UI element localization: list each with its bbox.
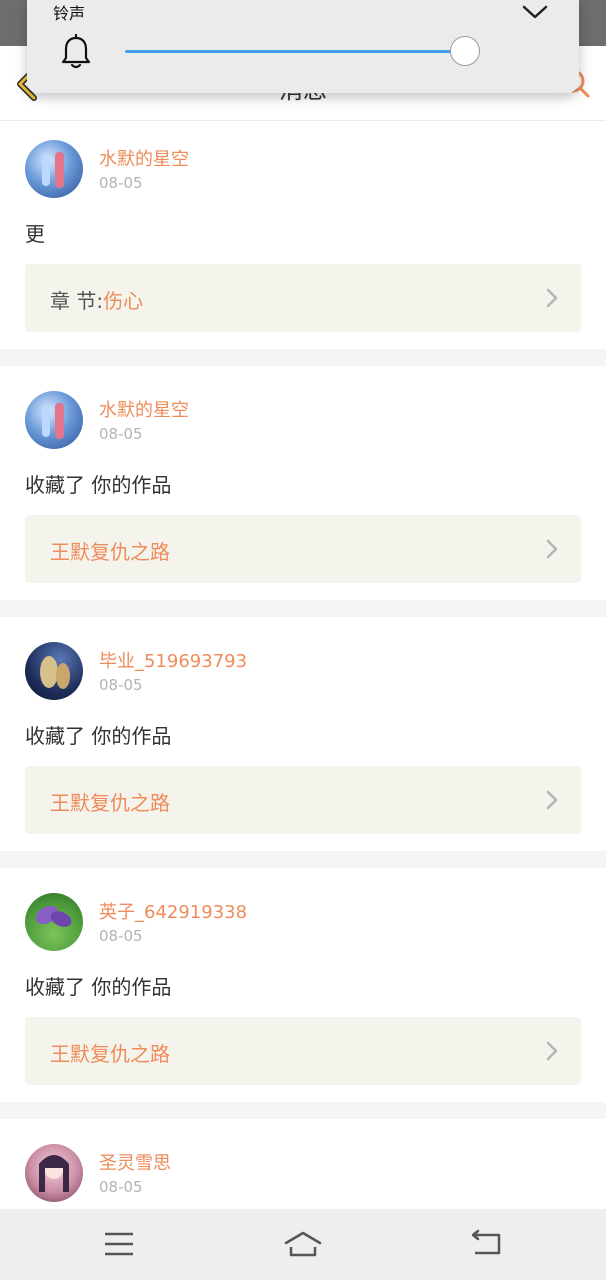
work-title: 王默复仇之路 [50, 1042, 170, 1066]
volume-slider-thumb[interactable] [449, 36, 480, 66]
user-name[interactable]: 英子_642919338 [99, 898, 247, 924]
message-card: 毕业_519693793 08-05 收藏了 你的作品 王默复仇之路 [0, 617, 606, 851]
user-name[interactable]: 圣灵雪思 [99, 1149, 171, 1175]
volume-panel: 铃声 [27, 0, 579, 93]
user-avatar[interactable] [25, 642, 83, 700]
chevron-right-icon [546, 790, 558, 810]
separator [0, 600, 606, 617]
home-icon[interactable] [283, 1229, 323, 1259]
user-avatar[interactable] [25, 893, 83, 951]
message-card: 英子_642919338 08-05 收藏了 你的作品 王默复仇之路 [0, 868, 606, 1102]
work-link-label: 王默复仇之路 [50, 1038, 170, 1067]
user-name[interactable]: 水默的星空 [99, 145, 189, 171]
chapter-prefix: 章 节: [50, 289, 104, 313]
work-title: 王默复仇之路 [50, 540, 170, 564]
chevron-down-icon[interactable] [521, 4, 549, 20]
user-avatar[interactable] [25, 140, 83, 198]
user-name[interactable]: 毕业_519693793 [99, 647, 247, 673]
message-text: 更 [25, 222, 45, 246]
message-date: 08-05 [99, 1178, 143, 1196]
message-card: 水默的星空 08-05 收藏了 你的作品 王默复仇之路 [0, 366, 606, 600]
chapter-link[interactable]: 章 节:伤心 [25, 264, 581, 332]
separator [0, 349, 606, 366]
back-icon[interactable] [467, 1229, 507, 1259]
menu-icon[interactable] [99, 1229, 139, 1259]
separator [0, 1102, 606, 1119]
message-text: 收藏了 你的作品 [25, 975, 172, 999]
volume-slider-track[interactable] [125, 50, 479, 53]
message-date: 08-05 [99, 174, 143, 192]
navigation-bar [0, 1209, 606, 1280]
volume-label: 铃声 [53, 4, 86, 23]
user-avatar[interactable] [25, 391, 83, 449]
message-date: 08-05 [99, 425, 143, 443]
user-avatar[interactable] [25, 1144, 83, 1202]
work-link-label: 王默复仇之路 [50, 787, 170, 816]
message-date: 08-05 [99, 676, 143, 694]
chapter-title: 伤心 [103, 289, 144, 313]
chevron-right-icon [546, 1041, 558, 1061]
work-link[interactable]: 王默复仇之路 [25, 1017, 581, 1085]
separator [0, 851, 606, 868]
message-card: 圣灵雪思 08-05 [0, 1119, 606, 1209]
message-text: 收藏了 你的作品 [25, 473, 172, 497]
work-link[interactable]: 王默复仇之路 [25, 766, 581, 834]
user-name[interactable]: 水默的星空 [99, 396, 189, 422]
work-link[interactable]: 王默复仇之路 [25, 515, 581, 583]
message-card: 水默的星空 08-05 更 章 节:伤心 [0, 121, 606, 349]
chevron-right-icon [546, 288, 558, 308]
message-text: 收藏了 你的作品 [25, 724, 172, 748]
chevron-right-icon [546, 539, 558, 559]
message-date: 08-05 [99, 927, 143, 945]
chapter-link-label: 章 节:伤心 [50, 285, 143, 314]
bell-icon [61, 34, 91, 69]
work-link-label: 王默复仇之路 [50, 536, 170, 565]
work-title: 王默复仇之路 [50, 791, 170, 815]
